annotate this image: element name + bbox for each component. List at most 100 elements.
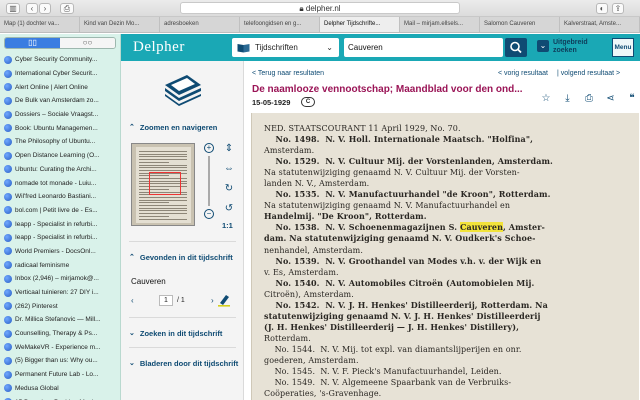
bookmark-item[interactable]: Verticaal tuinieren: 27 DIY i...	[0, 286, 120, 300]
browse-magazine-toggle[interactable]: ⌄ Bladeren door dit tijdschrift	[129, 359, 239, 368]
share-icon[interactable]: ⇪	[612, 3, 624, 14]
bookmark-item[interactable]: radicaal feminisme	[0, 258, 120, 272]
extended-search-chevron-icon[interactable]: ⌄	[537, 40, 549, 52]
sidebar-toggle-button[interactable]: ▥	[6, 3, 20, 14]
search-in-magazine-toggle[interactable]: ⌄ Zoeken in dit tijdschrift	[129, 329, 239, 338]
viewport-rectangle[interactable]	[149, 172, 181, 195]
browser-tab[interactable]: Salomon Cauveren	[480, 17, 560, 32]
reading-list-tab[interactable]: ○○	[60, 38, 115, 48]
browser-tab[interactable]: Mail – mirjam.ellsels...	[400, 17, 480, 32]
ocr-line: Citroën), Amsterdam.	[264, 289, 354, 299]
bookmark-item[interactable]: Alert Online | Alert Online	[0, 80, 120, 94]
download-icon[interactable]: ⤓	[562, 93, 574, 105]
next-result-link[interactable]: | volgend resultaat >	[557, 70, 620, 77]
extended-search-label-2: zoeken	[553, 47, 577, 54]
back-button[interactable]: ‹	[26, 3, 38, 14]
browser-tab[interactable]: Delpher Tijdschrifte...	[320, 17, 400, 32]
ocr-line: (J. H. Henkes' Distilleerderij — J. H. H…	[264, 321, 519, 332]
thumbnail-text-line	[139, 202, 169, 204]
shield-icon[interactable]: ◐	[596, 3, 608, 14]
page-thumbnail-navigator[interactable]	[131, 143, 195, 226]
print-icon[interactable]: ⎙	[583, 93, 595, 105]
bookmark-item[interactable]: Inbox (2,946) – mirjamok@...	[0, 272, 120, 286]
thumbnail-text-line	[139, 210, 187, 212]
bookmark-item[interactable]: Cyber Security Community...	[0, 53, 120, 67]
rotate-left-icon[interactable]: ↺	[222, 203, 236, 223]
star-icon[interactable]: ☆	[540, 93, 552, 105]
bookmark-item[interactable]: Counselling, Therapy & Ps...	[0, 327, 120, 341]
found-in-magazine-toggle[interactable]: ⌃ Gevonden in dit tijdschrift	[129, 253, 239, 262]
quote-icon[interactable]: ❝	[626, 93, 638, 105]
search-input[interactable]: Cauveren	[344, 38, 503, 57]
bookmark-item[interactable]: Wil'fred Leonardo Bastiani...	[0, 190, 120, 204]
extended-search-link[interactable]: Uitgebreid zoeken	[553, 39, 588, 55]
bookmark-label: The Philosophy of Ubuntu...	[15, 138, 96, 146]
previous-hit-icon[interactable]: ‹	[131, 296, 141, 305]
globe-icon	[4, 343, 12, 352]
browser-tab[interactable]: Kind van Dezin Mo...	[80, 17, 160, 32]
address-bar[interactable]: 🔒︎ delpher.nl	[180, 2, 460, 14]
thumbnail-text-line	[139, 153, 187, 155]
browser-tab[interactable]: Map (1) dochter va...	[0, 17, 80, 32]
zoom-out-icon[interactable]: −	[204, 209, 214, 219]
bookmark-item[interactable]: bol.com | Petit livre de - Es...	[0, 204, 120, 218]
delpher-logo[interactable]: Delpher	[133, 39, 185, 56]
bookmark-item[interactable]: Medusa Global	[0, 382, 120, 396]
hit-page-input[interactable]: 1	[159, 294, 173, 306]
bookmarks-sidebar: ▯▯ ○○ Cyber Security Community... Interna…	[0, 34, 121, 400]
collection-select[interactable]: Tijdschriften ⌄	[232, 38, 339, 57]
bookmark-item[interactable]: Ieapp - Specialist in refurbi...	[0, 217, 120, 231]
browser-tab[interactable]: Kalverstraat, Amste...	[560, 17, 640, 32]
share-icon[interactable]: ⋖	[605, 93, 617, 105]
bookmark-item[interactable]: (5) Bigger than us: Why ou...	[0, 354, 120, 368]
zoom-slider[interactable]	[208, 156, 210, 206]
bookmark-item[interactable]: Dossiers – Sociale Vraagst...	[0, 108, 120, 122]
back-to-results-link[interactable]: < Terug naar resultaten	[252, 70, 324, 77]
bookmarks-tab[interactable]: ▯▯	[5, 38, 60, 48]
bookmark-item[interactable]: Ubuntu: Curating the Archi...	[0, 163, 120, 177]
bookmark-item[interactable]: The Philosophy of Ubuntu...	[0, 135, 120, 149]
search-button[interactable]	[505, 38, 527, 57]
bookmark-item[interactable]: De Bulk van Amsterdam zo...	[0, 94, 120, 108]
zoom-navigate-toggle[interactable]: ⌃ Zoomen en navigeren	[129, 123, 239, 132]
search-hit-highlight[interactable]: Cauveren	[459, 222, 504, 233]
chevron-up-icon: ⌃	[129, 254, 135, 261]
ocr-line: Na statutenwijziging genaamd N. V. Manuf…	[264, 201, 511, 211]
bookmark-item[interactable]: Dr. Millica Stefanovic — Mill...	[0, 313, 120, 327]
bookmark-item[interactable]: World Premiers - DocsOnl...	[0, 245, 120, 259]
fit-height-icon[interactable]: ⇕	[222, 143, 236, 163]
thumbnail-text-line	[139, 196, 187, 198]
ocr-line: Amsterdam.	[264, 146, 315, 156]
bookmark-item[interactable]: WeMakeVR - Experience m...	[0, 340, 120, 354]
bookmark-item[interactable]: (262) Pinterest	[0, 299, 120, 313]
bookmark-label: Open Distance Learning (O...	[15, 152, 100, 160]
menu-button[interactable]: Menu	[612, 38, 634, 57]
scanned-page[interactable]: NED. STAATSCOURANT 11 April 1929, No. 70…	[251, 113, 639, 400]
chevron-up-icon: ⌃	[129, 124, 135, 131]
bookmark-item[interactable]: nomade tot monade - Luiu...	[0, 176, 120, 190]
browser-tab[interactable]: adresboeken	[160, 17, 240, 32]
bookmark-item[interactable]: Open Distance Learning (O...	[0, 149, 120, 163]
bookmark-item[interactable]: Ieapp - Specialist in refurbi...	[0, 231, 120, 245]
globe-icon	[4, 356, 12, 365]
previous-result-link[interactable]: < vorig resultaat	[498, 70, 548, 77]
bookmark-item[interactable]: International Cyber Securit...	[0, 67, 120, 81]
fit-width-icon[interactable]: ⇔	[222, 163, 236, 183]
bookmark-label: Wil'fred Leonardo Bastiani...	[15, 193, 97, 201]
bookmark-item[interactable]: Book: Ubuntu Managemen...	[0, 121, 120, 135]
rotate-right-icon[interactable]: ↻	[222, 183, 236, 203]
forward-button[interactable]: ›	[39, 3, 51, 14]
globe-icon	[4, 384, 12, 393]
print-icon[interactable]: ⎙	[60, 3, 74, 14]
browser-tab[interactable]: telefoongidsen en g...	[240, 17, 320, 32]
zoom-in-icon[interactable]: +	[204, 143, 214, 153]
bookmark-item[interactable]: 15 Boundary-Pushing Movi...	[0, 395, 120, 400]
thumbnail-text-line	[139, 167, 187, 169]
ocr-line: No. 1542. N. V. J. H. Henkes' Distilleer…	[264, 299, 548, 310]
actual-size-button[interactable]: 1:1	[222, 221, 233, 230]
bookmark-item[interactable]: Permanent Future Lab - Lo...	[0, 368, 120, 382]
ocr-line: landen N. V., Amsterdam.	[264, 179, 370, 189]
ocr-line: No. 1540. N. V. Automobiles Citroën (Aut…	[264, 277, 535, 288]
bookmark-label: Ieapp - Specialist in refurbi...	[15, 234, 98, 242]
highlighter-icon[interactable]	[217, 293, 231, 307]
